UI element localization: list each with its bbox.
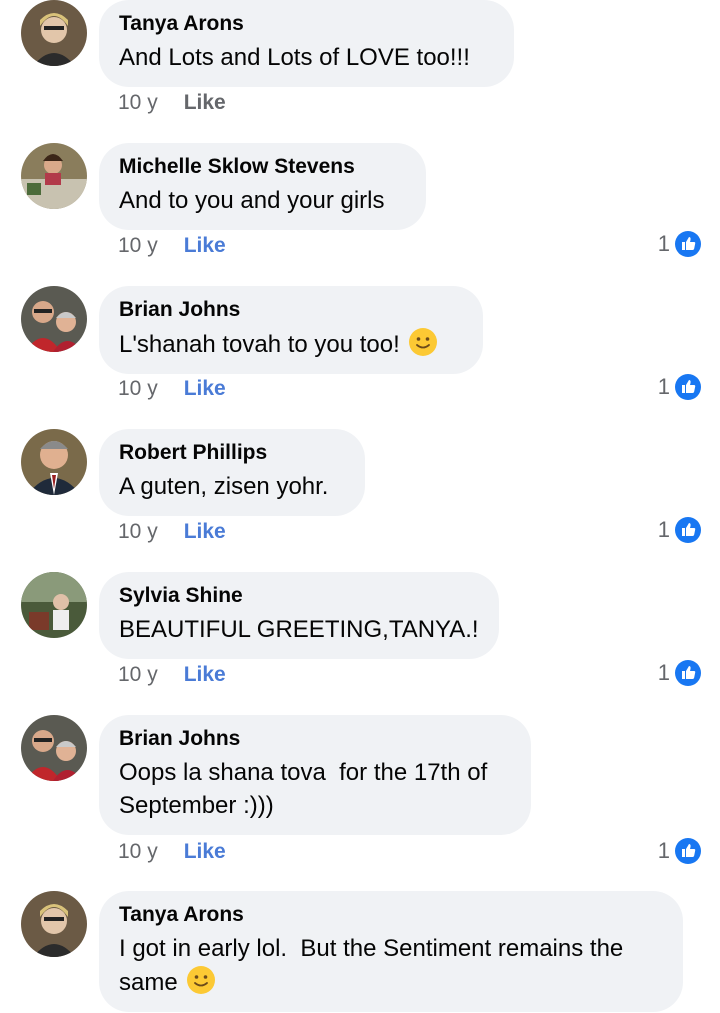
comment-meta: 10 y Like [118,662,226,688]
like-thumb-icon [675,660,701,686]
comment-bubble: Tanya Arons And Lots and Lots of LOVE to… [99,0,514,87]
comment-author[interactable]: Tanya Arons [119,902,663,928]
like-button[interactable]: Like [184,234,226,257]
like-thumb-icon [675,231,701,257]
comment-text: I got in early lol. But the Sentiment re… [119,932,663,999]
avatar[interactable] [21,286,87,352]
comment-age[interactable]: 10 y [118,520,158,543]
reaction-summary[interactable]: 1 [658,230,702,258]
comment-bubble: Brian Johns L'shanah tovah to you too! [99,286,483,374]
reaction-count: 1 [657,231,670,256]
comment-text: And to you and your girls [119,187,385,214]
comment-bubble: Brian Johns Oops la shana tova for the 1… [99,715,531,835]
comment-bubble: Robert Phillips A guten, zisen yohr. [99,429,365,516]
comment-text: Oops la shana tova for the 17th of Septem… [119,756,511,822]
comment-author[interactable]: Robert Phillips [119,440,345,466]
avatar[interactable] [21,143,87,209]
like-thumb-icon [675,838,701,864]
comment-age[interactable]: 10 y [118,234,158,257]
comment-author[interactable]: Tanya Arons [119,11,494,37]
comment-bubble: Sylvia Shine BEAUTIFUL GREETING,TANYA.! [99,572,499,659]
reaction-summary[interactable]: 1 [658,837,702,865]
reaction-count: 1 [657,517,670,542]
like-thumb-icon [675,374,701,400]
comment-age[interactable]: 10 y [118,377,158,400]
smiley-emoji-icon [186,966,215,994]
comment-bubble: Michelle Sklow Stevens And to you and yo… [99,143,426,230]
comment-text-line: I got in early lol. But the Sentiment re… [119,935,624,962]
comment-text: A guten, zisen yohr. [119,473,329,500]
comment-text: L'shanah tovah to you too! [119,327,463,361]
comment-author[interactable]: Brian Johns [119,726,511,752]
reaction-count: 1 [657,838,670,863]
comment-bubble: Tanya Arons I got in early lol. But the … [99,891,683,1012]
reaction-summary[interactable]: 1 [658,516,702,544]
reaction-count: 1 [657,374,670,399]
comment-author[interactable]: Sylvia Shine [119,583,479,609]
comment-text-line: same [119,969,178,996]
avatar[interactable] [21,0,87,66]
like-button[interactable]: Like [184,663,226,686]
comment-meta: 10 y Like [118,233,226,259]
comment-age[interactable]: 10 y [118,663,158,686]
reaction-count: 1 [657,660,670,685]
comment-meta: 10 y Like [118,519,226,545]
reaction-summary[interactable]: 1 [658,373,702,401]
comment-text-line: September :))) [119,792,274,819]
like-thumb-icon [675,517,701,543]
avatar[interactable] [21,891,87,957]
comment-age[interactable]: 10 y [118,840,158,863]
smiley-emoji-icon [408,328,437,356]
comment-text: BEAUTIFUL GREETING,TANYA.! [119,616,479,643]
comment-author[interactable]: Michelle Sklow Stevens [119,154,406,180]
comment-text-content: L'shanah tovah to you too! [119,331,400,358]
avatar[interactable] [21,572,87,638]
reaction-summary[interactable]: 1 [658,659,702,687]
avatar[interactable] [21,715,87,781]
like-button[interactable]: Like [184,91,226,114]
comment-meta: 10 y Like [118,376,226,402]
avatar[interactable] [21,429,87,495]
comment-age[interactable]: 10 y [118,91,158,114]
comment-author[interactable]: Brian Johns [119,297,463,323]
comment-text: And Lots and Lots of LOVE too!!! [119,44,470,71]
comment-meta: 10 y Like [118,90,226,116]
comment-meta: 10 y Like [118,839,226,865]
like-button[interactable]: Like [184,840,226,863]
comment-text-line: Oops la shana tova for the 17th of [119,759,488,786]
like-button[interactable]: Like [184,520,226,543]
like-button[interactable]: Like [184,377,226,400]
